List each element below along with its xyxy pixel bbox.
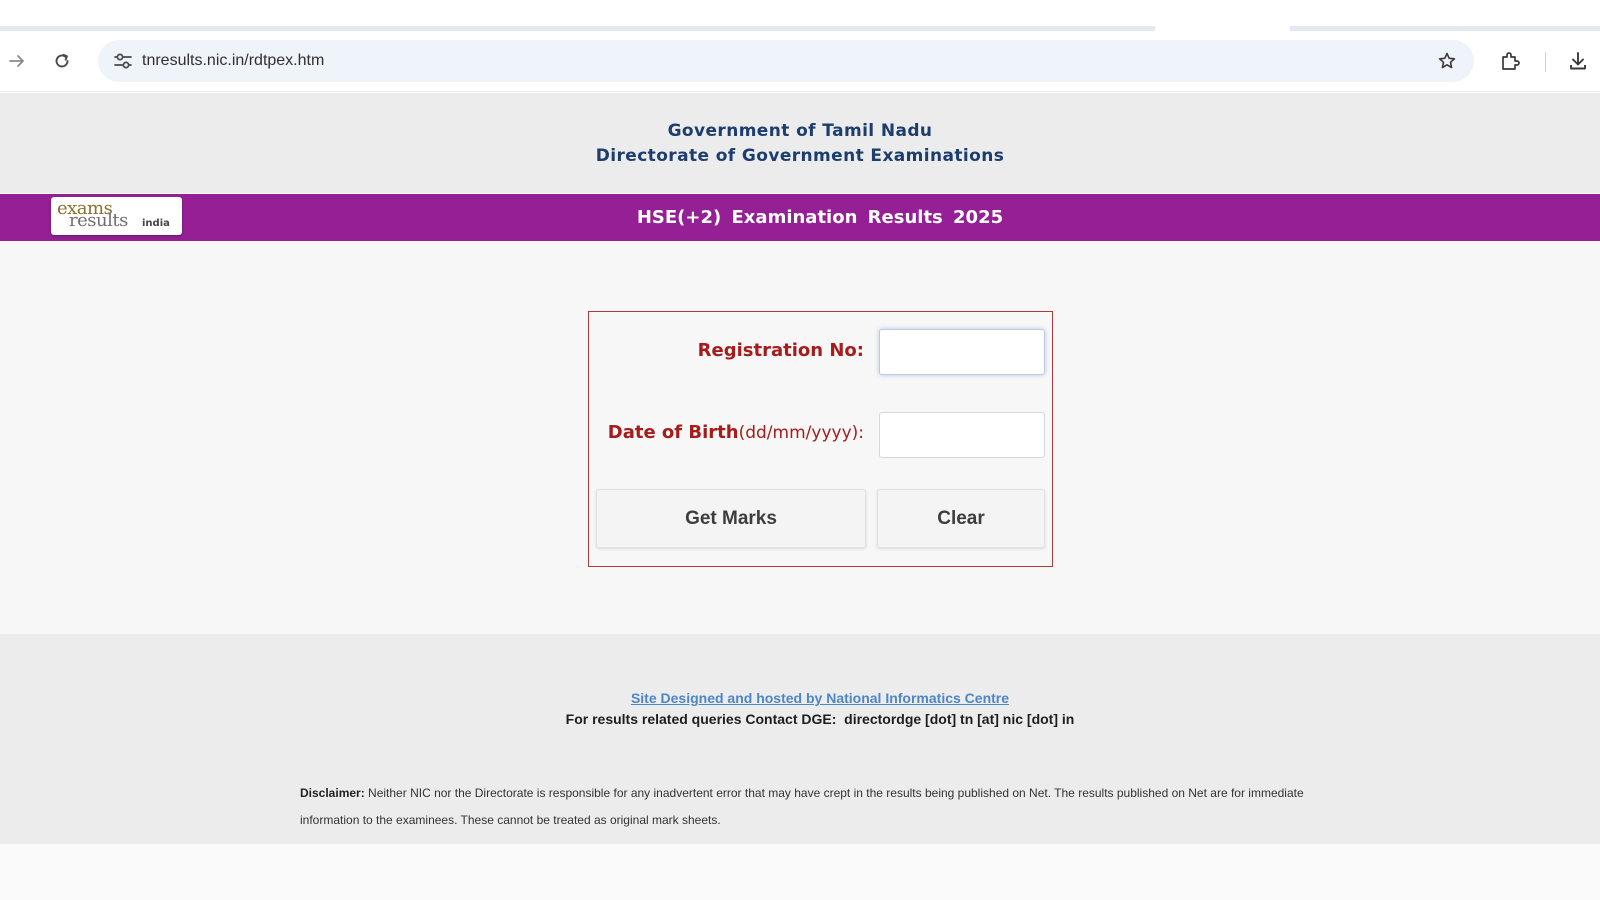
- results-banner: exams results india HSE(+2) Examination …: [0, 194, 1600, 241]
- forward-icon[interactable]: [0, 44, 34, 78]
- clear-button[interactable]: Clear: [877, 489, 1045, 548]
- main-content: Registration No: Date of Birth(dd/mm/yyy…: [0, 241, 1600, 634]
- get-marks-button[interactable]: Get Marks: [596, 489, 866, 548]
- reload-icon[interactable]: [45, 44, 79, 78]
- dob-label-text: Date of Birth: [607, 422, 739, 443]
- site-settings-icon[interactable]: [106, 44, 140, 78]
- address-bar[interactable]: tnresults.nic.in/rdtpex.htm: [98, 40, 1474, 82]
- page-bottom: [0, 844, 1600, 900]
- disclaimer-text: Neither NIC nor the Directorate is respo…: [300, 786, 1304, 827]
- disclaimer: Disclaimer: Neither NIC nor the Director…: [300, 780, 1340, 834]
- dob-input[interactable]: [879, 412, 1045, 458]
- dob-format-hint: (dd/mm/yyyy):: [738, 423, 864, 443]
- download-icon[interactable]: [1561, 44, 1595, 78]
- tab-strip-line: [1290, 26, 1600, 31]
- nic-credit-link[interactable]: Site Designed and hosted by National Inf…: [0, 690, 1600, 706]
- registration-input[interactable]: [879, 329, 1045, 375]
- contact-info: For results related queries Contact DGE:…: [565, 711, 1075, 727]
- browser-tab-strip: [0, 0, 1600, 32]
- toolbar-divider: [1545, 52, 1546, 72]
- results-form: Registration No: Date of Birth(dd/mm/yyy…: [588, 311, 1053, 567]
- url-text[interactable]: tnresults.nic.in/rdtpex.htm: [142, 40, 324, 82]
- page-footer: Site Designed and hosted by National Inf…: [0, 634, 1600, 844]
- header-line-directorate: Directorate of Government Examinations: [595, 146, 1005, 166]
- bookmark-star-icon[interactable]: [1430, 44, 1464, 78]
- banner-title: HSE(+2) Examination Results 2025: [636, 207, 1004, 228]
- browser-toolbar: tnresults.nic.in/rdtpex.htm: [0, 32, 1600, 92]
- government-header: Government of Tamil Nadu Directorate of …: [0, 93, 1600, 193]
- extensions-icon[interactable]: [1493, 44, 1527, 78]
- disclaimer-label: Disclaimer:: [300, 786, 365, 800]
- tab-strip-line: [0, 26, 1155, 31]
- header-line-government: Government of Tamil Nadu: [667, 121, 933, 141]
- registration-label: Registration No:: [697, 340, 864, 361]
- dob-label: Date of Birth(dd/mm/yyyy):: [608, 422, 864, 443]
